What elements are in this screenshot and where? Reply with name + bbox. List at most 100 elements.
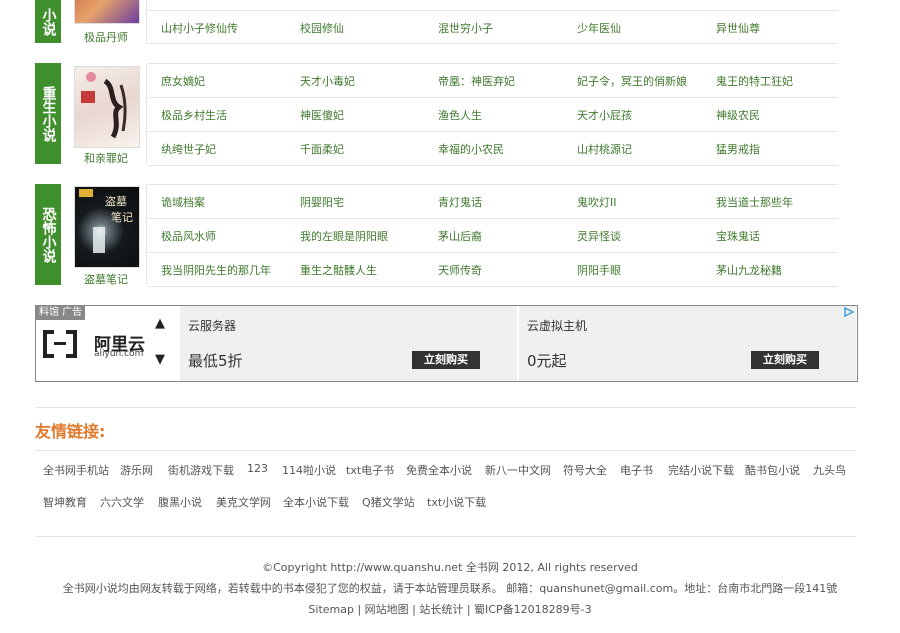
book-grid-rebirth: 庶女嫡妃 天才小毒妃 帝凰：神医弃妃 妃子令，冥王的俏新娘 鬼王的特工狂妃 极品… (148, 63, 838, 166)
book-link[interactable]: 诡域档案 (161, 194, 205, 210)
friend-link[interactable]: 酷书包小说 (745, 462, 800, 478)
ad-tag: 料馆 广告 (36, 306, 86, 320)
book-link[interactable]: 天才小屁孩 (577, 107, 632, 123)
book-link[interactable]: 阴阳手眼 (577, 262, 621, 278)
grid-border (146, 63, 147, 164)
book-link[interactable]: 帝凰：神医弃妃 (438, 73, 515, 89)
book-grid-horror: 诡域档案 阴婴阳宅 青灯鬼话 鬼吹灯II 我当道士那些年 极品风水师 我的左眼是… (148, 184, 838, 287)
book-link[interactable]: 千面柔妃 (300, 141, 344, 157)
friend-link[interactable]: 全书网手机站 (43, 462, 109, 478)
book-link[interactable]: 猛男戒指 (716, 141, 760, 157)
ad-banner[interactable]: 料馆 广告 阿里云 aliyun.com ▲ ▼ 云服务器 最低5折 立刻购买 … (35, 305, 858, 382)
book-link[interactable]: 纨绔世子妃 (161, 141, 216, 157)
section-label-text: 小说 (40, 7, 57, 36)
friend-link[interactable]: 六六文学 (100, 494, 144, 510)
book-link[interactable]: 妃子令，冥王的俏新娘 (577, 73, 687, 89)
table-row: 山村小子修仙传 校园修仙 混世穷小子 少年医仙 异世仙尊 (148, 11, 838, 44)
friend-link[interactable]: 全本小说下载 (283, 494, 349, 510)
cover-title[interactable]: 盗墓笔记 (70, 271, 142, 287)
book-link[interactable]: 庶女嫡妃 (161, 73, 205, 89)
book-link[interactable]: 阴婴阳宅 (300, 194, 344, 210)
friend-link[interactable]: 九头鸟 (813, 462, 846, 478)
book-link[interactable]: 宝珠鬼话 (716, 228, 760, 244)
book-link[interactable]: 幸福的小农民 (438, 141, 504, 157)
friend-link[interactable]: 街机游戏下载 (168, 462, 234, 478)
divider (35, 450, 856, 451)
book-link[interactable]: 神医傻妃 (300, 107, 344, 123)
book-link[interactable]: 鬼王的特工狂妃 (716, 73, 793, 89)
ad-panel-title: 云服务器 (188, 319, 237, 333)
cover-art-icon (81, 72, 127, 139)
table-row (148, 0, 838, 11)
friend-link[interactable]: 完结小说下载 (668, 462, 734, 478)
friend-link[interactable]: 符号大全 (563, 462, 607, 478)
friend-link[interactable]: 美克文学网 (216, 494, 271, 510)
friend-link[interactable]: 电子书 (620, 462, 653, 478)
book-link[interactable]: 山村桃源记 (577, 141, 632, 157)
friend-link[interactable]: txt电子书 (346, 462, 394, 478)
book-link[interactable]: 天才小毒妃 (300, 73, 355, 89)
book-link[interactable]: 神级农民 (716, 107, 760, 123)
ad-panel[interactable]: 云服务器 最低5折 立刻购买 (180, 306, 517, 381)
table-row: 极品乡村生活 神医傻妃 渔色人生 天才小屁孩 神级农民 (148, 98, 838, 132)
grid-border (146, 0, 147, 43)
friend-link[interactable]: 游乐网 (120, 462, 153, 478)
friend-link[interactable]: 免费全本小说 (406, 462, 472, 478)
book-link[interactable]: 我的左眼是阴阳眼 (300, 228, 388, 244)
arrow-down-icon[interactable]: ▼ (155, 352, 165, 367)
book-link[interactable]: 混世穷小子 (438, 20, 493, 36)
book-link[interactable]: 青灯鬼话 (438, 194, 482, 210)
divider (35, 407, 856, 408)
friend-link[interactable]: 智坤教育 (43, 494, 87, 510)
friend-link[interactable]: 114啦小说 (282, 462, 336, 478)
buy-button[interactable]: 立刻购买 (751, 351, 819, 369)
book-cover[interactable] (74, 66, 140, 148)
cover-title[interactable]: 和亲罪妃 (70, 150, 142, 166)
friend-link[interactable]: Q猪文学站 (362, 494, 415, 510)
book-link[interactable]: 渔色人生 (438, 107, 482, 123)
book-link[interactable]: 异世仙尊 (716, 20, 760, 36)
book-link[interactable]: 茅山后裔 (438, 228, 482, 244)
book-link[interactable]: 校园修仙 (300, 20, 344, 36)
book-link[interactable]: 天师传奇 (438, 262, 482, 278)
ad-panel-price: 最低5折 (188, 352, 243, 370)
book-cover[interactable] (74, 0, 140, 24)
book-link[interactable]: 重生之骷髅人生 (300, 262, 377, 278)
friend-link[interactable]: txt小说下载 (427, 494, 486, 510)
table-row: 我当阴阳先生的那几年 重生之骷髅人生 天师传奇 阴阳手眼 茅山九龙秘籍 (148, 253, 838, 287)
friend-link[interactable]: 腹黑小说 (158, 494, 202, 510)
book-link[interactable]: 我当阴阳先生的那几年 (161, 262, 271, 278)
buy-button[interactable]: 立刻购买 (412, 351, 480, 369)
divider (35, 536, 856, 537)
table-row: 诡域档案 阴婴阳宅 青灯鬼话 鬼吹灯II 我当道士那些年 (148, 185, 838, 219)
book-link[interactable]: 极品乡村生活 (161, 107, 227, 123)
section-label-rebirth: 重生小说 (35, 63, 61, 164)
ad-panel[interactable]: 云虚拟主机 0元起 立刻购买 (519, 306, 856, 381)
book-link[interactable]: 极品风水师 (161, 228, 216, 244)
book-cover[interactable]: 盗墓 笔记 (74, 186, 140, 268)
aliyun-logo-icon (43, 330, 77, 358)
footer-nav[interactable]: Sitemap | 网站地图 | 站长统计 | 蜀ICP备12018289号-3 (0, 601, 900, 617)
links-title: 友情链接: (35, 422, 106, 441)
svg-text:盗墓: 盗墓 (105, 195, 127, 208)
ad-panel-price: 0元起 (527, 352, 567, 370)
book-link[interactable]: 少年医仙 (577, 20, 621, 36)
book-link[interactable]: 鬼吹灯II (577, 194, 617, 210)
section-label-top: 小说 (35, 0, 61, 43)
friend-link[interactable]: 123 (247, 462, 268, 475)
book-link[interactable]: 山村小子修仙传 (161, 20, 238, 36)
book-link[interactable]: 茅山九龙秘籍 (716, 262, 782, 278)
footer-notice: 全书网小说均由网友转载于网络，若转载中的书本侵犯了您的权益，请于本站管理员联系。… (62, 582, 838, 595)
book-link[interactable]: 我当道士那些年 (716, 194, 793, 210)
cover-title[interactable]: 极品丹师 (70, 29, 142, 45)
ad-panel-title: 云虚拟主机 (527, 319, 588, 333)
arrow-up-icon[interactable]: ▲ (155, 316, 165, 331)
svg-text:笔记: 笔记 (111, 210, 133, 224)
section-label-horror: 恐怖小说 (35, 184, 61, 285)
book-link[interactable]: 灵异怪谈 (577, 228, 621, 244)
adchoices-icon[interactable] (842, 306, 856, 318)
friend-link[interactable]: 新八一中文网 (485, 462, 551, 478)
footer-copyright: ©Copyright http://www.quanshu.net 全书网 20… (262, 561, 638, 574)
cover-art-icon: 盗墓 笔记 (79, 189, 133, 253)
table-row: 极品风水师 我的左眼是阴阳眼 茅山后裔 灵异怪谈 宝珠鬼话 (148, 219, 838, 253)
